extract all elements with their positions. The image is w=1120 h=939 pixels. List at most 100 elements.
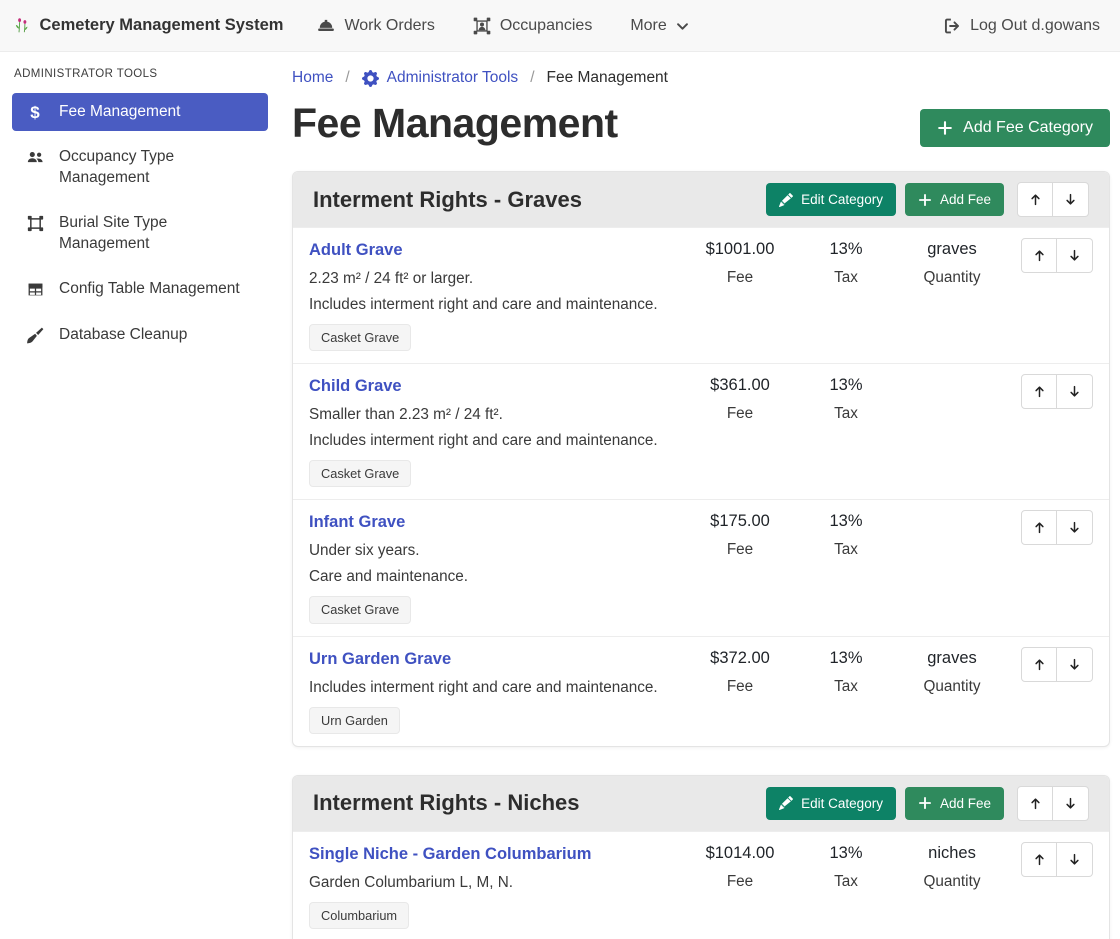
- move-fee-down-button[interactable]: [1057, 510, 1093, 545]
- fee-amount-column: $1014.00Fee: [687, 842, 793, 891]
- fee-name-link[interactable]: Infant Grave: [309, 513, 681, 533]
- chevron-down-icon: [676, 20, 689, 33]
- breadcrumb-admin-tools-link[interactable]: Administrator Tools: [362, 69, 519, 87]
- breadcrumb-separator: /: [345, 69, 349, 87]
- fee-tax-label: Tax: [793, 541, 899, 559]
- move-fee-up-button[interactable]: [1021, 238, 1057, 273]
- broom-icon: [24, 325, 46, 344]
- nav-more-dropdown[interactable]: More: [630, 17, 688, 35]
- move-fee-down-button[interactable]: [1057, 842, 1093, 877]
- edit-category-label: Edit Category: [801, 192, 883, 207]
- move-category-down-button[interactable]: [1053, 182, 1089, 217]
- fee-amount-label: Fee: [687, 678, 793, 696]
- arrow-down-icon: [1067, 520, 1082, 535]
- fee-name-link[interactable]: Single Niche - Garden Columbarium: [309, 845, 681, 865]
- nav-work-orders[interactable]: Work Orders: [317, 17, 434, 35]
- fee-amount-value: $175.00: [687, 512, 793, 532]
- plus-icon: [918, 193, 932, 207]
- fee-tax-column: 13%Tax: [793, 647, 899, 696]
- category-actions: Edit Category Add Fee: [766, 182, 1089, 217]
- move-fee-down-button[interactable]: [1057, 238, 1093, 273]
- fee-description: Under six years.: [309, 542, 681, 560]
- sidebar-item-label: Database Cleanup: [59, 325, 187, 345]
- fee-tax-value: 13%: [793, 512, 899, 532]
- gear-icon: [362, 70, 379, 87]
- app-brand[interactable]: Cemetery Management System: [14, 16, 283, 35]
- fee-quantity-value: niches: [899, 844, 1005, 864]
- arrow-down-icon: [1067, 657, 1082, 672]
- fee-description: Includes interment right and care and ma…: [309, 296, 681, 314]
- add-fee-button[interactable]: Add Fee: [905, 183, 1004, 216]
- add-fee-button[interactable]: Add Fee: [905, 787, 1004, 820]
- fee-description: Smaller than 2.23 m² / 24 ft².: [309, 406, 681, 424]
- fee-tax-label: Tax: [793, 873, 899, 891]
- arrow-up-icon: [1032, 384, 1047, 399]
- fee-name-link[interactable]: Child Grave: [309, 377, 681, 397]
- fee-amount-value: $372.00: [687, 649, 793, 669]
- fee-description: 2.23 m² / 24 ft² or larger.: [309, 270, 681, 288]
- add-fee-category-button[interactable]: Add Fee Category: [920, 109, 1110, 147]
- fee-tax-column: 13%Tax: [793, 238, 899, 287]
- fee-row: Single Niche - Garden ColumbariumGarden …: [293, 831, 1109, 939]
- fee-quantity-column: niches Quantity: [899, 842, 1005, 891]
- breadcrumb: Home / Administrator Tools / Fee Managem…: [292, 64, 1110, 87]
- top-navbar: Cemetery Management System Work Orders O…: [0, 0, 1120, 52]
- fee-quantity-label: Quantity: [899, 873, 1005, 891]
- arrow-up-icon: [1032, 248, 1047, 263]
- fee-amount-column: $175.00Fee: [687, 510, 793, 559]
- nav-occupancies[interactable]: Occupancies: [473, 17, 593, 35]
- category-header: Interment Rights - GravesEdit CategoryAd…: [293, 172, 1109, 227]
- fee-quantity-label: Quantity: [899, 678, 1005, 696]
- fee-name-link[interactable]: Adult Grave: [309, 241, 681, 261]
- sidebar-item-database-cleanup[interactable]: Database Cleanup: [12, 316, 268, 354]
- fee-row: Urn Garden GraveIncludes interment right…: [293, 636, 1109, 746]
- fee-tax-label: Tax: [793, 405, 899, 423]
- fee-quantity-value: graves: [899, 240, 1005, 260]
- move-category-up-button[interactable]: [1017, 786, 1053, 821]
- arrow-up-icon: [1028, 192, 1043, 207]
- category-actions: Edit Category Add Fee: [766, 786, 1089, 821]
- fee-amount-column: $361.00Fee: [687, 374, 793, 423]
- fee-details: Infant Grave Under six years. Care and mai…: [309, 510, 687, 623]
- move-fee-up-button[interactable]: [1021, 842, 1057, 877]
- arrow-up-icon: [1032, 852, 1047, 867]
- tulip-logo-icon: [14, 17, 31, 34]
- move-category-down-button[interactable]: [1053, 786, 1089, 821]
- sidebar-item-occupancy-type-management[interactable]: Occupancy Type Management: [12, 138, 268, 197]
- move-fee-up-button[interactable]: [1021, 647, 1057, 682]
- logout-button[interactable]: Log Out d.gowans: [943, 17, 1100, 35]
- page-title: Fee Management: [292, 101, 618, 146]
- fee-amount-label: Fee: [687, 873, 793, 891]
- arrow-up-icon: [1032, 520, 1047, 535]
- sidebar-item-config-table-management[interactable]: Config Table Management: [12, 270, 268, 308]
- nav-more-label: More: [630, 17, 666, 35]
- add-fee-category-label: Add Fee Category: [963, 119, 1093, 137]
- fee-type-badge: Casket Grave: [309, 596, 411, 623]
- move-fee-up-button[interactable]: [1021, 510, 1057, 545]
- dollar-icon: $: [24, 102, 46, 121]
- edit-category-label: Edit Category: [801, 796, 883, 811]
- sidebar-item-fee-management[interactable]: $Fee Management: [12, 93, 268, 131]
- fee-name-link[interactable]: Urn Garden Grave: [309, 650, 681, 670]
- fee-reorder-group: [1021, 238, 1093, 273]
- arrow-down-icon: [1067, 852, 1082, 867]
- fee-amount-column: $372.00 Fee: [687, 647, 793, 696]
- move-category-up-button[interactable]: [1017, 182, 1053, 217]
- fee-type-badge: Casket Grave: [309, 460, 411, 487]
- sidebar-item-burial-site-type-management[interactable]: Burial Site Type Management: [12, 204, 268, 263]
- fee-details: Child Grave Smaller than 2.23 m² / 24 ft²…: [309, 374, 687, 487]
- hard-hat-icon: [317, 17, 335, 35]
- fee-tax-label: Tax: [793, 678, 899, 696]
- move-fee-up-button[interactable]: [1021, 374, 1057, 409]
- sidebar-item-label: Occupancy Type Management: [59, 147, 256, 188]
- edit-category-button[interactable]: Edit Category: [766, 183, 896, 216]
- move-fee-down-button[interactable]: [1057, 647, 1093, 682]
- fee-amount-value: $1001.00: [687, 240, 793, 260]
- breadcrumb-home-link[interactable]: Home: [292, 69, 333, 87]
- fee-tax-label: Tax: [793, 269, 899, 287]
- table-icon: [24, 279, 46, 298]
- move-fee-down-button[interactable]: [1057, 374, 1093, 409]
- fee-description: Care and maintenance.: [309, 568, 681, 586]
- edit-category-button[interactable]: Edit Category: [766, 787, 896, 820]
- fee-reorder-group: [1021, 647, 1093, 682]
